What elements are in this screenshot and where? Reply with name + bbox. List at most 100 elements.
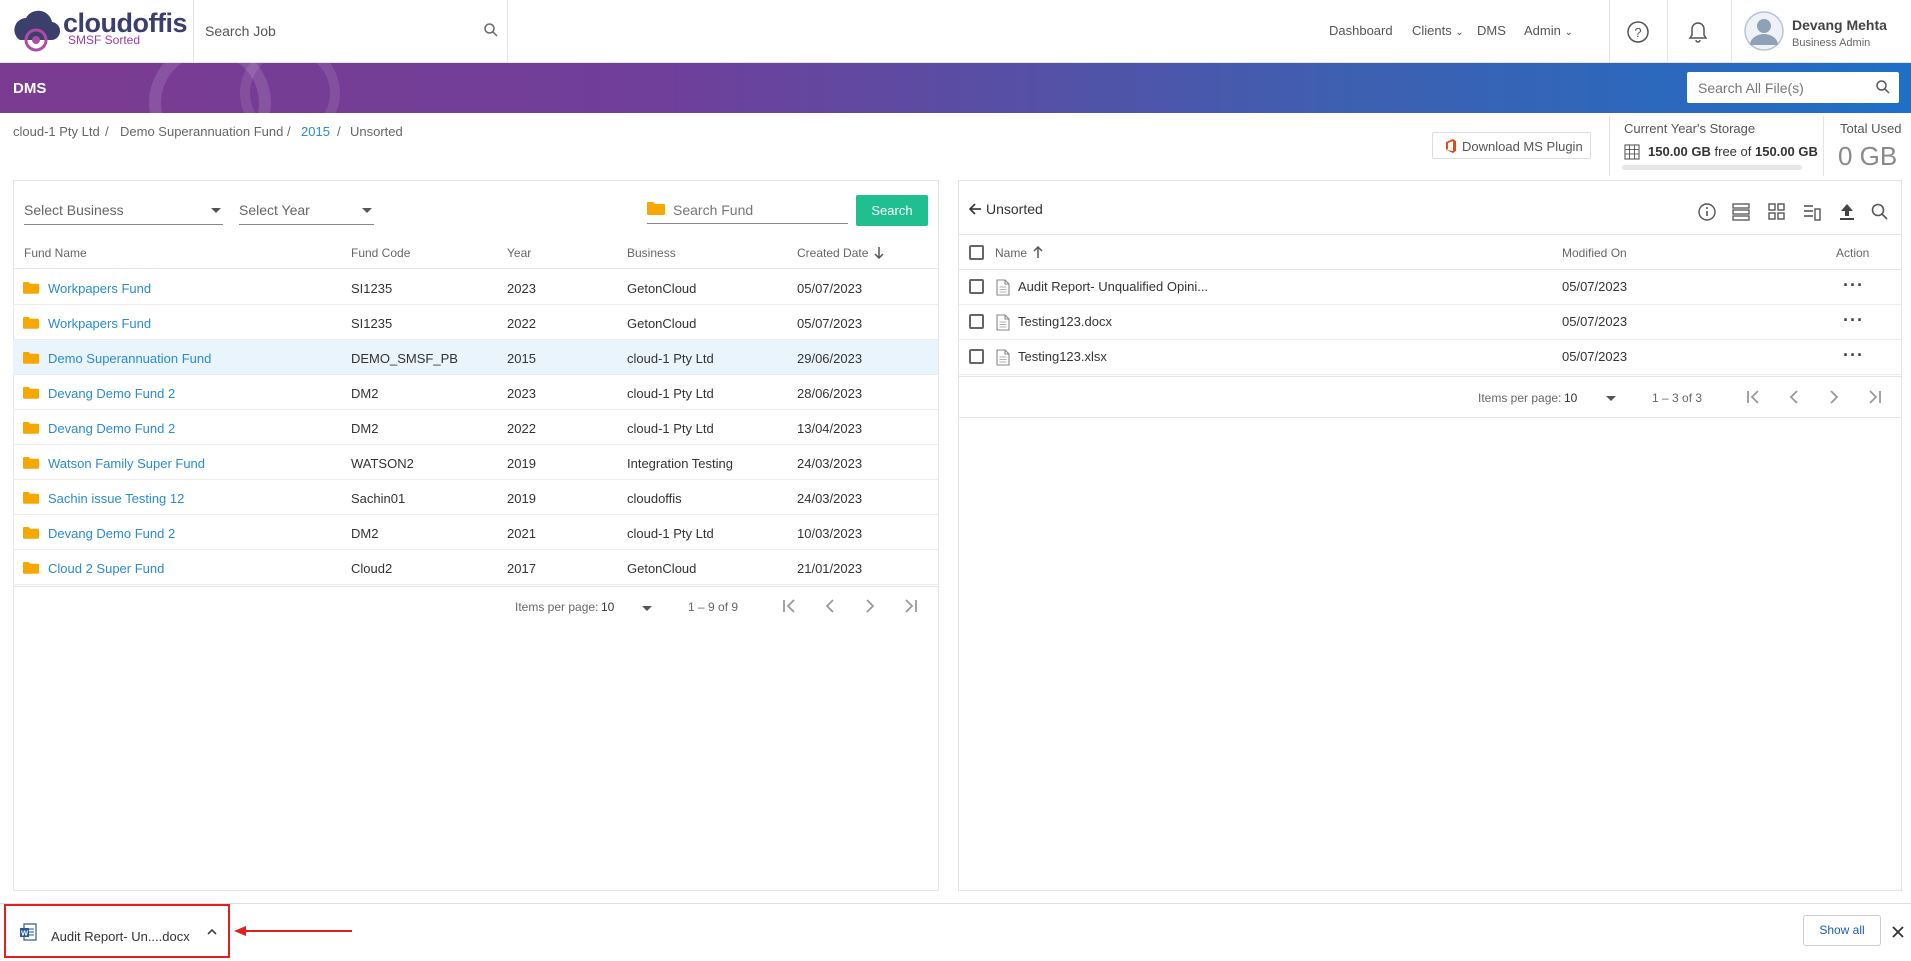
sort-files-icon[interactable] xyxy=(1802,202,1822,222)
next-page-icon[interactable] xyxy=(860,597,880,615)
storage-title: Current Year's Storage xyxy=(1624,121,1756,136)
items-per-page-select[interactable]: 10 xyxy=(1564,391,1577,405)
search-icon[interactable] xyxy=(483,22,499,38)
nav-clients[interactable]: Clients ⌄ xyxy=(1412,23,1464,38)
first-page-icon[interactable] xyxy=(1744,388,1764,406)
items-per-page-select[interactable]: 10 xyxy=(601,600,614,614)
breadcrumb-item[interactable]: 2015 xyxy=(301,124,330,139)
previous-page-icon[interactable] xyxy=(1784,388,1804,406)
download-ms-plugin-button[interactable]: Download MS Plugin xyxy=(1432,132,1591,159)
help-icon[interactable]: ? xyxy=(1626,20,1650,44)
column-header-created-date[interactable]: Created Date xyxy=(797,246,868,260)
column-header-fund-code[interactable]: Fund Code xyxy=(351,246,410,260)
search-job-input[interactable]: Search Job xyxy=(193,0,508,63)
previous-page-icon[interactable] xyxy=(820,597,840,615)
table-row[interactable]: Devang Demo Fund 2 DM2 2021 cloud-1 Pty Ltd… xyxy=(13,515,938,550)
first-page-icon[interactable] xyxy=(780,597,800,615)
row-checkbox[interactable] xyxy=(969,349,984,364)
fund-name-link[interactable]: Devang Demo Fund 2 xyxy=(48,526,175,541)
file-name[interactable]: Audit Report- Unqualified Opini... xyxy=(1018,279,1208,294)
fund-year: 2023 xyxy=(507,386,536,401)
fund-code: Sachin01 xyxy=(351,491,406,506)
folder-icon xyxy=(23,387,39,399)
fund-name-link[interactable]: Workpapers Fund xyxy=(48,281,151,296)
search-icon[interactable] xyxy=(1875,79,1891,95)
row-checkbox[interactable] xyxy=(969,279,984,294)
column-header-business[interactable]: Business xyxy=(627,246,676,260)
select-year-dropdown[interactable]: Select Year xyxy=(239,195,374,225)
chevron-up-icon[interactable] xyxy=(206,927,218,937)
last-page-icon[interactable] xyxy=(900,597,920,615)
table-footer-divider xyxy=(13,586,938,587)
list-view-icon[interactable] xyxy=(1731,202,1751,222)
table-row[interactable]: Cloud 2 Super Fund Cloud2 2017 GetonCloud 21… xyxy=(13,550,938,585)
last-page-icon[interactable] xyxy=(1864,388,1884,406)
grid-view-icon[interactable] xyxy=(1767,202,1787,222)
fund-code: Cloud2 xyxy=(351,561,393,576)
column-header-year[interactable]: Year xyxy=(507,246,531,260)
downloaded-file-item[interactable]: W Audit Report- Un....docx xyxy=(4,904,230,958)
fund-name-link[interactable]: Workpapers Fund xyxy=(48,316,151,331)
search-button[interactable]: Search xyxy=(856,195,928,226)
info-icon[interactable] xyxy=(1697,202,1717,222)
table-row[interactable]: Workpapers Fund SI1235 2022 GetonCloud 05/07… xyxy=(13,305,938,340)
table-row[interactable]: Devang Demo Fund 2 DM2 2023 cloud-1 Pty Ltd… xyxy=(13,375,938,410)
fund-name-link[interactable]: Sachin issue Testing 12 xyxy=(48,491,184,506)
fund-code: DM2 xyxy=(351,526,379,541)
table-row[interactable]: Devang Demo Fund 2 DM2 2022 cloud-1 Pty Ltd… xyxy=(13,410,938,445)
nav-dashboard[interactable]: Dashboard xyxy=(1329,23,1393,38)
table-row[interactable]: Testing123.docx 05/07/2023 ··· xyxy=(959,305,1901,340)
fund-name-link[interactable]: Demo Superannuation Fund xyxy=(48,351,211,366)
table-row[interactable]: Workpapers Fund SI1235 2023 GetonCloud 05/07… xyxy=(13,270,938,305)
storage-free-of: free of xyxy=(1714,144,1752,159)
next-page-icon[interactable] xyxy=(1824,388,1844,406)
fund-name-link[interactable]: Watson Family Super Fund xyxy=(48,456,205,471)
more-actions-icon[interactable]: ··· xyxy=(1843,310,1864,331)
table-row[interactable]: Sachin issue Testing 12 Sachin01 2019 cloud… xyxy=(13,480,938,515)
nav-dms[interactable]: DMS xyxy=(1477,23,1506,38)
more-actions-icon[interactable]: ··· xyxy=(1843,275,1864,296)
table-row[interactable]: Audit Report- Unqualified Opini... 05/07/… xyxy=(959,270,1901,305)
folder-icon xyxy=(23,282,39,294)
file-name[interactable]: Testing123.xlsx xyxy=(1018,349,1107,364)
caret-down-icon[interactable] xyxy=(642,606,652,611)
nav-admin[interactable]: Admin ⌄ xyxy=(1524,23,1573,38)
storage-total: 150.00 GB xyxy=(1754,144,1818,159)
select-business-dropdown[interactable]: Select Business xyxy=(24,195,223,225)
search-icon[interactable] xyxy=(1870,202,1890,222)
column-header-fund-name[interactable]: Fund Name xyxy=(24,246,87,260)
fund-name-link[interactable]: Devang Demo Fund 2 xyxy=(48,421,175,436)
column-header-name[interactable]: Name xyxy=(995,246,1027,260)
search-fund-input[interactable]: Search Fund xyxy=(647,194,848,224)
fund-created-date: 24/03/2023 xyxy=(797,491,863,506)
caret-down-icon[interactable] xyxy=(1606,396,1616,401)
search-all-files-input[interactable]: Search All File(s) xyxy=(1687,72,1899,103)
fund-year: 2022 xyxy=(507,421,536,436)
toolbar-divider xyxy=(959,234,1901,235)
close-icon[interactable] xyxy=(1891,925,1905,939)
fund-name-link[interactable]: Cloud 2 Super Fund xyxy=(48,561,164,576)
table-header-divider xyxy=(13,268,938,269)
user-name[interactable]: Devang Mehta xyxy=(1792,17,1887,33)
show-all-button[interactable]: Show all xyxy=(1803,915,1881,946)
table-row[interactable]: Watson Family Super Fund WATSON2 2019 Integ… xyxy=(13,445,938,480)
back-arrow-icon[interactable] xyxy=(968,202,982,216)
more-actions-icon[interactable]: ··· xyxy=(1843,345,1864,366)
table-row[interactable]: Testing123.xlsx 05/07/2023 ··· xyxy=(959,340,1901,375)
file-name[interactable]: Testing123.docx xyxy=(1018,314,1112,329)
row-checkbox[interactable] xyxy=(969,314,984,329)
breadcrumb-item[interactable]: cloud-1 Pty Ltd xyxy=(13,124,100,139)
avatar[interactable] xyxy=(1744,11,1784,51)
fund-name-link[interactable]: Devang Demo Fund 2 xyxy=(48,386,175,401)
select-all-checkbox[interactable] xyxy=(969,245,984,260)
nav-admin-label: Admin xyxy=(1524,23,1561,38)
breadcrumb-item[interactable]: Demo Superannuation Fund xyxy=(120,124,283,139)
fund-year: 2019 xyxy=(507,456,536,471)
upload-icon[interactable] xyxy=(1837,202,1857,222)
sort-arrow-up-icon[interactable] xyxy=(1032,245,1044,259)
column-header-modified-on[interactable]: Modified On xyxy=(1562,246,1627,260)
sort-arrow-down-icon[interactable] xyxy=(873,246,885,260)
table-row[interactable]: Demo Superannuation Fund DEMO_SMSF_PB 2015… xyxy=(13,340,938,375)
cloudoffis-logo[interactable]: cloudoffis SMSF Sorted xyxy=(4,6,194,56)
bell-icon[interactable] xyxy=(1687,20,1709,44)
